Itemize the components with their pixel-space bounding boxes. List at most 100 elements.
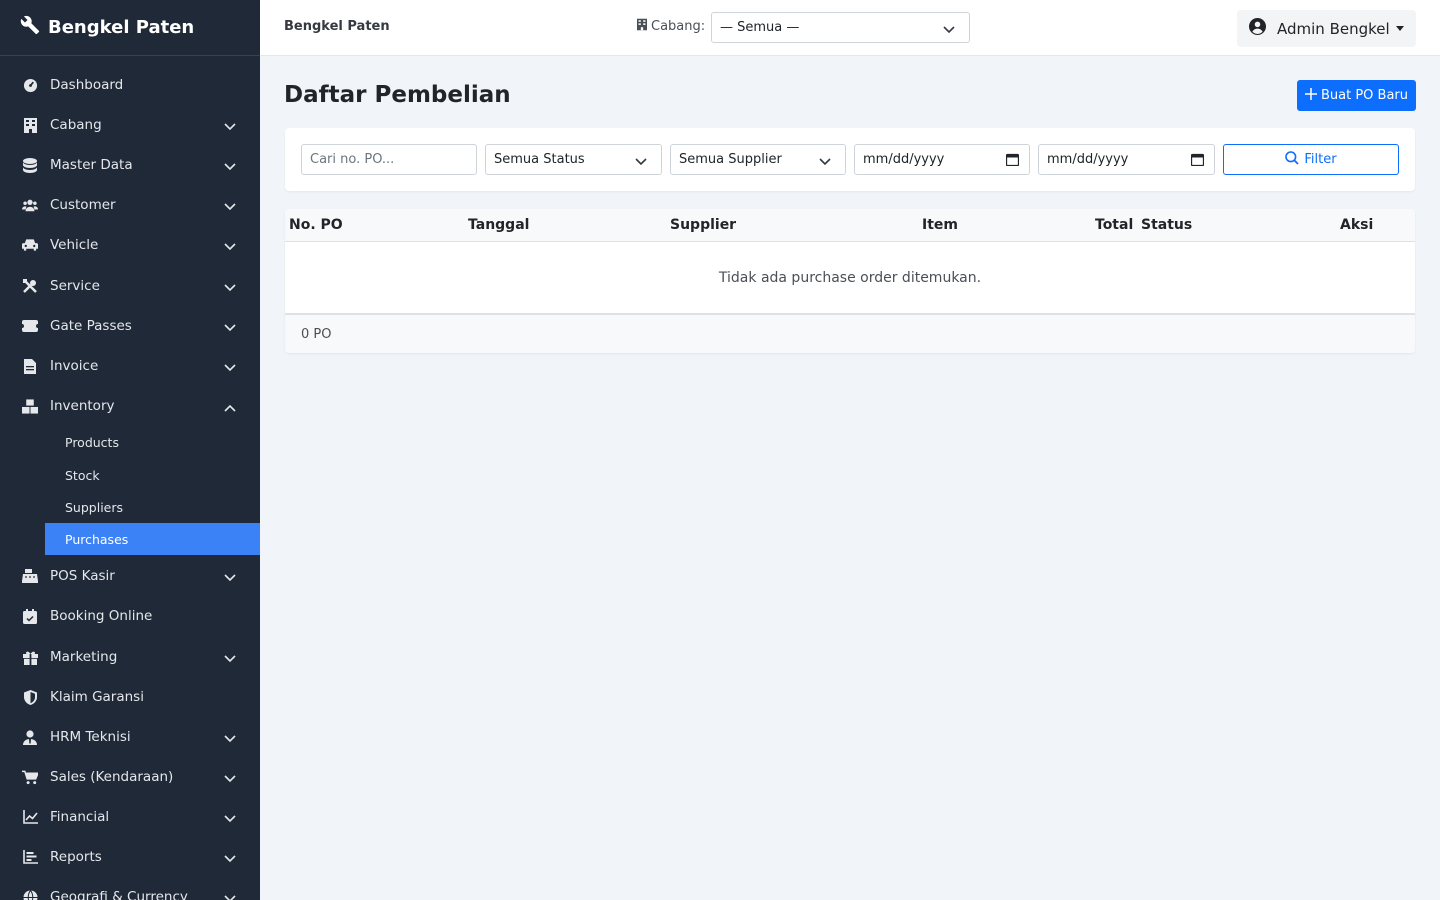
sidebar-item-sales-kendaraan[interactable]: Sales (Kendaraan)	[0, 760, 260, 794]
column-header-no-po[interactable]: No. PO	[289, 217, 343, 233]
sidebar-subitem-purchases[interactable]: Purchases	[45, 523, 260, 555]
column-header-supplier[interactable]: Supplier	[670, 217, 736, 233]
chart-line-icon	[22, 809, 38, 825]
sidebar-subitem-label: Suppliers	[65, 499, 124, 515]
users-icon	[22, 197, 38, 213]
chevron-down-icon	[635, 155, 647, 170]
sidebar-item-master-data[interactable]: Master Data	[0, 148, 260, 182]
sidebar-item-cabang[interactable]: Cabang	[0, 108, 260, 142]
car-icon	[22, 237, 38, 253]
supplier-select[interactable]: Semua Supplier	[670, 144, 846, 175]
plus-icon	[1304, 87, 1317, 104]
sidebar-item-label: POS Kasir	[50, 568, 115, 584]
sidebar-subitem-label: Products	[65, 434, 119, 450]
sidebar-item-label: Customer	[50, 197, 116, 213]
sidebar-item-label: Invoice	[50, 358, 99, 374]
sidebar-item-booking-online[interactable]: Booking Online	[0, 599, 260, 633]
ticket-icon	[22, 318, 38, 334]
sidebar-item-pos-kasir[interactable]: POS Kasir	[0, 559, 260, 593]
sidebar-item-label: Marketing	[50, 649, 118, 665]
topbar-brand[interactable]: Bengkel Paten	[284, 19, 390, 34]
chevron-down-icon	[224, 239, 236, 255]
sidebar-item-label: Financial	[50, 809, 110, 825]
sidebar-item-customer[interactable]: Customer	[0, 188, 260, 222]
sidebar-item-label: Inventory	[50, 398, 115, 414]
sidebar-item-label: Dashboard	[50, 77, 124, 93]
new-po-label: Buat PO Baru	[1320, 88, 1409, 103]
sidebar-item-financial[interactable]: Financial	[0, 800, 260, 834]
wrench-icon	[20, 15, 48, 40]
cart-icon	[22, 769, 38, 785]
table-header: No. PO Tanggal Supplier Item Total Statu…	[285, 209, 1415, 242]
date-to-input[interactable]: mm/dd/yyyy	[1038, 144, 1215, 175]
boxes-icon	[22, 398, 38, 414]
chevron-down-icon	[224, 119, 236, 135]
column-header-tanggal[interactable]: Tanggal	[468, 217, 529, 233]
sidebar-item-gate-passes[interactable]: Gate Passes	[0, 309, 260, 343]
chevron-down-icon	[224, 811, 236, 827]
building-icon	[637, 18, 647, 35]
column-header-aksi: Aksi	[1340, 217, 1374, 233]
user-menu[interactable]: Admin Bengkel	[1237, 10, 1416, 47]
sidebar-item-service[interactable]: Service	[0, 269, 260, 303]
sidebar-item-vehicle[interactable]: Vehicle	[0, 228, 260, 262]
sidebar-item-klaim-garansi[interactable]: Klaim Garansi	[0, 680, 260, 714]
globe-icon	[22, 889, 38, 900]
sidebar-item-label: HRM Teknisi	[50, 729, 131, 745]
sidebar-item-geografi-currency[interactable]: Geografi & Currency	[0, 880, 260, 900]
date-to-placeholder: mm/dd/yyyy	[1047, 152, 1129, 167]
sidebar-subitem-products[interactable]: Products	[45, 426, 260, 458]
sidebar-item-reports[interactable]: Reports	[0, 840, 260, 874]
sidebar-item-hrm-teknisi[interactable]: HRM Teknisi	[0, 720, 260, 754]
search-input[interactable]: Cari no. PO...	[301, 144, 477, 175]
cash-register-icon	[22, 568, 38, 584]
new-po-button[interactable]: Buat PO Baru	[1297, 80, 1416, 111]
branch-label: Cabang:	[637, 18, 705, 35]
column-header-item[interactable]: Item	[922, 217, 958, 233]
sidebar-item-label: Vehicle	[50, 237, 99, 253]
sidebar-item-label: Reports	[50, 849, 102, 865]
chevron-down-icon	[819, 155, 831, 170]
sidebar-item-marketing[interactable]: Marketing	[0, 640, 260, 674]
filter-button[interactable]: Filter	[1223, 144, 1399, 175]
chevron-down-icon	[224, 199, 236, 215]
chevron-down-icon	[943, 23, 955, 38]
topbar: Bengkel Paten Cabang: — Semua — Admin Be…	[260, 0, 1440, 56]
sidebar-subitem-suppliers[interactable]: Suppliers	[45, 491, 260, 523]
calendar-icon[interactable]	[1190, 153, 1205, 170]
calendar-check-icon	[22, 608, 38, 624]
filter-button-label: Filter	[1304, 152, 1337, 167]
chevron-down-icon	[224, 320, 236, 336]
search-input-placeholder: Cari no. PO...	[310, 152, 395, 167]
sidebar-item-label: Klaim Garansi	[50, 689, 144, 705]
file-invoice-icon	[22, 358, 38, 374]
column-header-total[interactable]: Total	[1095, 217, 1133, 233]
chart-bar-icon	[22, 849, 38, 865]
chevron-down-icon	[224, 280, 236, 296]
sidebar-item-inventory[interactable]: Inventory	[0, 389, 260, 423]
sidebar-item-label: Sales (Kendaraan)	[50, 769, 174, 785]
date-from-input[interactable]: mm/dd/yyyy	[854, 144, 1030, 175]
sidebar: Bengkel Paten Dashboard Cabang Master Da…	[0, 0, 260, 900]
sidebar-item-dashboard[interactable]: Dashboard	[0, 68, 260, 102]
column-header-status[interactable]: Status	[1141, 217, 1192, 233]
chevron-down-icon	[224, 891, 236, 900]
branch-select-value: — Semua —	[720, 20, 800, 35]
sidebar-item-label: Cabang	[50, 117, 102, 133]
sidebar-subitem-stock[interactable]: Stock	[45, 459, 260, 491]
chevron-down-icon	[224, 851, 236, 867]
page-title: Daftar Pembelian	[284, 82, 511, 108]
sidebar-item-label: Geografi & Currency	[50, 889, 188, 900]
branch-select[interactable]: — Semua —	[711, 12, 970, 43]
status-select[interactable]: Semua Status	[485, 144, 662, 175]
calendar-icon[interactable]	[1005, 153, 1020, 170]
sidebar-brand[interactable]: Bengkel Paten	[0, 0, 260, 56]
user-tie-icon	[22, 729, 38, 745]
sidebar-item-invoice[interactable]: Invoice	[0, 349, 260, 383]
chevron-down-icon	[224, 159, 236, 175]
building-icon	[22, 117, 38, 133]
chevron-down-icon	[224, 731, 236, 747]
search-icon	[1285, 150, 1300, 169]
sidebar-subitem-label: Stock	[65, 467, 100, 483]
database-icon	[22, 157, 38, 173]
